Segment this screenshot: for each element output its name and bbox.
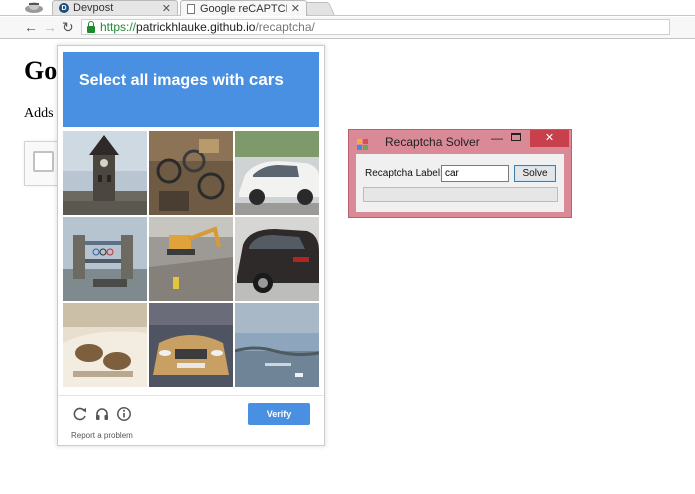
profile-icon[interactable]	[20, 0, 48, 15]
report-problem-link[interactable]: Report a problem	[71, 431, 133, 440]
solve-button[interactable]: Solve	[514, 165, 556, 182]
page-favicon-icon	[187, 3, 195, 14]
solver-titlebar[interactable]: Recaptcha Solver — ✕	[349, 130, 571, 154]
footer-divider	[58, 395, 324, 396]
devpost-favicon-icon: D	[59, 3, 69, 13]
solver-window: Recaptcha Solver — ✕ Recaptcha Label: So…	[348, 129, 572, 218]
recaptcha-label-input[interactable]	[441, 165, 509, 182]
tab-devpost[interactable]: D Devpost ✕	[52, 0, 178, 15]
image-tile-excavator-demolition[interactable]	[149, 217, 233, 301]
challenge-keyword: cars	[248, 70, 284, 89]
challenge-prompt: Select all images with	[79, 72, 245, 89]
image-tile-lake-sunset[interactable]	[235, 303, 319, 387]
audio-icon[interactable]	[94, 406, 110, 422]
app-icon	[357, 137, 368, 150]
image-grid	[63, 131, 319, 387]
close-tab-icon[interactable]: ✕	[162, 2, 171, 15]
browser-toolbar: ← → ↻ https://patrickhlauke.github.io/re…	[0, 17, 695, 39]
recaptcha-label-text: Recaptcha Label:	[365, 168, 443, 179]
solver-title: Recaptcha Solver	[385, 135, 480, 149]
tab-title: Google reCAPTCHA	[200, 2, 287, 15]
reload-icon[interactable]: ↻	[62, 19, 74, 35]
close-tab-icon[interactable]: ✕	[291, 2, 300, 15]
progress-bar	[363, 187, 558, 202]
image-tile-car-interior[interactable]	[63, 303, 147, 387]
image-tile-white-car[interactable]	[235, 131, 319, 215]
page-description: Adds t	[24, 106, 61, 121]
back-icon[interactable]: ←	[24, 19, 38, 35]
close-icon[interactable]: ✕	[530, 130, 569, 147]
image-tile-clock-tower[interactable]	[63, 131, 147, 215]
solver-client-area: Recaptcha Label: Solve	[356, 154, 564, 212]
tab-strip-border	[0, 15, 695, 16]
tab-strip: D Devpost ✕ Google reCAPTCHA ✕	[0, 0, 695, 17]
tab-title: Devpost	[73, 2, 114, 14]
image-tile-bicycles-shop[interactable]	[149, 131, 233, 215]
recaptcha-checkbox[interactable]	[33, 151, 54, 172]
url-path: /recaptcha/	[255, 20, 315, 34]
info-icon[interactable]	[116, 406, 132, 422]
url-scheme: https://	[100, 20, 137, 34]
address-bar[interactable]: https://patrickhlauke.github.io/recaptch…	[81, 19, 670, 35]
maximize-icon[interactable]	[511, 133, 521, 141]
verify-button[interactable]: Verify	[248, 403, 310, 425]
recaptcha-challenge: Select all images with cars Verify Repor…	[57, 45, 325, 446]
image-tile-tower-bridge[interactable]	[63, 217, 147, 301]
image-tile-black-suv[interactable]	[235, 217, 319, 301]
minimize-icon[interactable]: —	[487, 132, 507, 146]
reload-icon[interactable]	[72, 406, 88, 422]
image-tile-car-front-showroom[interactable]	[149, 303, 233, 387]
page-title: Go	[24, 56, 58, 85]
url-host: patrickhlauke.github.io	[136, 20, 256, 34]
forward-icon[interactable]: →	[43, 19, 57, 35]
lock-icon	[87, 20, 95, 33]
challenge-header: Select all images with cars	[63, 52, 319, 127]
tab-google-recaptcha[interactable]: Google reCAPTCHA ✕	[180, 0, 307, 16]
